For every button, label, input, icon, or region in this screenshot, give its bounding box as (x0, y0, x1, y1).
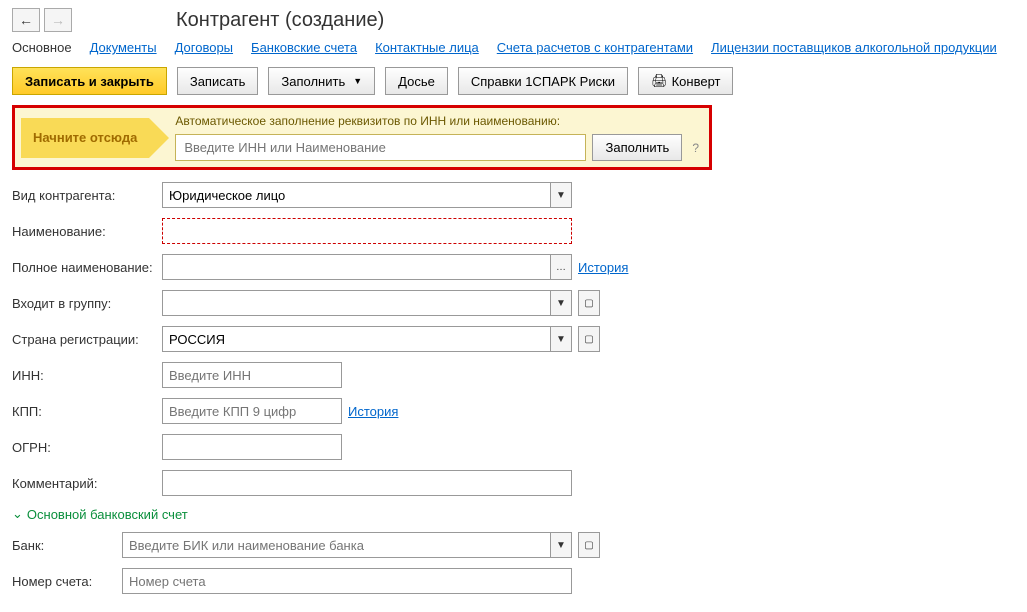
fill-button[interactable]: Заполнить ▼ (268, 67, 375, 95)
country-open-button[interactable]: ▢ (578, 326, 600, 352)
page-title: Контрагент (создание) (176, 9, 384, 32)
fullname-input[interactable] (162, 254, 550, 280)
tab-contracts[interactable]: Договоры (175, 40, 233, 55)
bank-label: Банк: (12, 538, 122, 553)
fullname-label: Полное наименование: (12, 260, 162, 275)
envelope-button-label: Конверт (672, 74, 721, 89)
tab-licenses[interactable]: Лицензии поставщиков алкогольной продукц… (711, 40, 997, 55)
group-input[interactable] (162, 290, 550, 316)
ogrn-input[interactable] (162, 434, 342, 460)
type-input[interactable] (162, 182, 550, 208)
tab-contacts[interactable]: Контактные лица (375, 40, 479, 55)
group-open-button[interactable]: ▢ (578, 290, 600, 316)
cta-box: Начните отсюда Автоматическое заполнение… (12, 105, 712, 170)
group-label: Входит в группу: (12, 296, 162, 311)
name-label: Наименование: (12, 224, 162, 239)
group-dropdown-button[interactable]: ▼ (550, 290, 572, 316)
tab-documents[interactable]: Документы (90, 40, 157, 55)
account-label: Номер счета: (12, 574, 122, 589)
envelope-button[interactable]: Конверт (638, 67, 733, 95)
inn-label: ИНН: (12, 368, 162, 383)
chevron-down-icon: ⌄ (12, 506, 23, 522)
inn-input[interactable] (162, 362, 342, 388)
tabs-bar: Основное Документы Договоры Банковские с… (12, 40, 1015, 55)
inn-name-input[interactable] (175, 134, 586, 161)
country-input[interactable] (162, 326, 550, 352)
nav-forward-button[interactable]: → (44, 8, 72, 32)
spark-button[interactable]: Справки 1СПАРК Риски (458, 67, 628, 95)
type-dropdown-button[interactable]: ▼ (550, 182, 572, 208)
ogrn-label: ОГРН: (12, 440, 162, 455)
type-label: Вид контрагента: (12, 188, 162, 203)
help-icon[interactable]: ? (688, 141, 703, 155)
fullname-more-button[interactable]: … (550, 254, 572, 280)
bank-section-toggle[interactable]: ⌄ Основной банковский счет (12, 506, 1015, 522)
cta-label: Автоматическое заполнение реквизитов по … (175, 114, 703, 128)
kpp-input[interactable] (162, 398, 342, 424)
account-input[interactable] (122, 568, 572, 594)
fullname-history-link[interactable]: История (578, 260, 628, 275)
comment-input[interactable] (162, 470, 572, 496)
cta-fill-button[interactable]: Заполнить (592, 134, 682, 161)
print-icon (651, 73, 668, 89)
kpp-label: КПП: (12, 404, 162, 419)
bank-section-label: Основной банковский счет (27, 507, 188, 522)
tab-bank-accounts[interactable]: Банковские счета (251, 40, 357, 55)
save-close-button[interactable]: Записать и закрыть (12, 67, 167, 95)
toolbar: Записать и закрыть Записать Заполнить ▼ Д… (12, 67, 1015, 95)
start-here-arrow: Начните отсюда (21, 118, 149, 158)
kpp-history-link[interactable]: История (348, 404, 398, 419)
caret-down-icon: ▼ (353, 76, 362, 86)
name-input[interactable] (162, 218, 572, 244)
nav-back-button[interactable]: ← (12, 8, 40, 32)
comment-label: Комментарий: (12, 476, 162, 491)
country-label: Страна регистрации: (12, 332, 162, 347)
bank-input[interactable] (122, 532, 550, 558)
dossier-button[interactable]: Досье (385, 67, 448, 95)
tab-main[interactable]: Основное (12, 40, 72, 55)
bank-dropdown-button[interactable]: ▼ (550, 532, 572, 558)
save-button[interactable]: Записать (177, 67, 259, 95)
country-dropdown-button[interactable]: ▼ (550, 326, 572, 352)
tab-settlements[interactable]: Счета расчетов с контрагентами (497, 40, 693, 55)
fill-button-label: Заполнить (281, 74, 345, 89)
bank-open-button[interactable]: ▢ (578, 532, 600, 558)
